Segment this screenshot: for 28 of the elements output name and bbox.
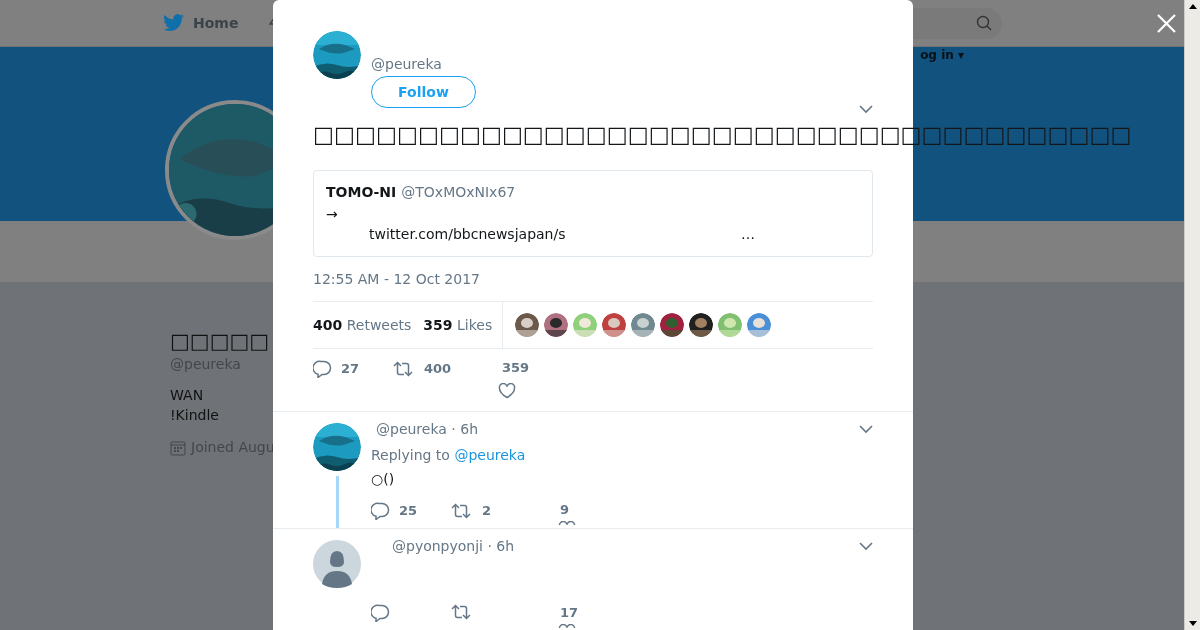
mention-link[interactable]: @peureka [454, 447, 526, 463]
author-handle[interactable]: @peureka [371, 55, 476, 73]
like-count: 359 [502, 359, 530, 377]
reply-count: 25 [399, 502, 418, 520]
profile-name: □□□□□ [170, 328, 270, 354]
replying-to: Replying to @peureka [371, 446, 527, 464]
reply-meta: @pyonpyonji · 6h [392, 536, 515, 556]
bio-line: WAN [170, 386, 204, 405]
like-stat[interactable]: 359 Likes [423, 314, 493, 336]
reply-tweet[interactable]: @pyonpyonji · 6h 17 [273, 529, 913, 630]
quoted-name: TOMO-NI [326, 183, 397, 201]
like-count: 17 [560, 604, 579, 622]
retweet-count: 400 [424, 360, 452, 378]
quoted-tweet[interactable]: TOMO-NI @TOxMOxNIx67 → twitter.com/bbcnewsjapan/s … [313, 170, 873, 257]
ellipsis-text: … [741, 225, 755, 243]
reply-meta: @peureka · 6h [376, 419, 478, 439]
bio-line: !Kindle [170, 406, 219, 425]
retweet-count: 2 [482, 502, 492, 520]
arrow-text: → [326, 205, 339, 223]
reply-text: ○() [371, 470, 396, 488]
retweet-stat[interactable]: 400 Retweets [313, 314, 412, 336]
reply-tweet[interactable]: @peureka · 6h Replying to @peureka ○() 25 2 9 [273, 412, 913, 529]
quoted-handle: @TOxMOxNIx67 [401, 183, 516, 201]
tweet-timestamp[interactable]: 12:55 AM - 12 Oct 2017 [313, 270, 873, 288]
quoted-link[interactable]: twitter.com/bbcnewsjapan/s [369, 225, 741, 243]
like-count: 9 [560, 501, 570, 519]
reply-count: 27 [341, 360, 360, 378]
home-tab[interactable]: Home [163, 12, 239, 34]
